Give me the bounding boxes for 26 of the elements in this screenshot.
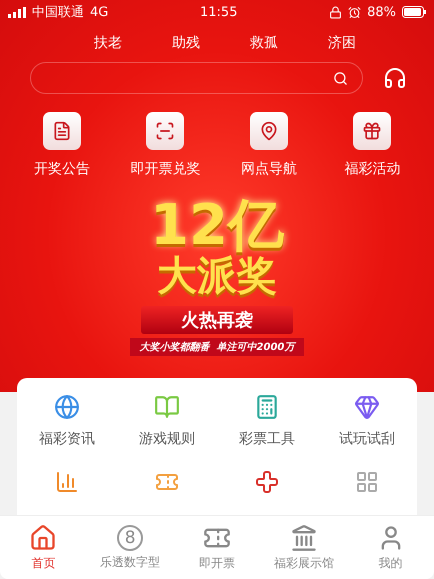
service-label[interactable]: 游戏规则 — [139, 430, 195, 448]
tab-bar-item[interactable]: 首页 — [0, 516, 87, 579]
number-circle-icon: 8 — [117, 524, 144, 550]
tab-bar-item[interactable]: 我的 — [347, 516, 434, 579]
clock-time: 11:55 — [200, 4, 238, 20]
quick-action-label[interactable]: 开奖公告 — [34, 160, 90, 178]
quick-action-label[interactable]: 福彩活动 — [344, 160, 400, 178]
category-link[interactable]: 助残 — [172, 34, 200, 52]
banner-headline: 12亿 — [150, 198, 284, 254]
tab-bar-item[interactable]: 福彩展示馆 — [260, 516, 348, 579]
category-link[interactable]: 救孤 — [250, 34, 278, 52]
quick-action-label[interactable]: 网点导航 — [240, 160, 297, 178]
carrier-name: 中国联通 — [32, 4, 84, 21]
banner-title: 大派奖 — [157, 254, 277, 298]
tab-bar-item[interactable]: 即开票 — [174, 516, 260, 579]
service-label[interactable]: 福彩资讯 — [39, 430, 95, 448]
network-type: 4G — [90, 4, 108, 20]
banner-ribbon: 火热再袭 — [141, 306, 293, 334]
quick-action-label[interactable]: 即开票兑奖 — [130, 160, 200, 178]
service-label[interactable]: 彩票工具 — [239, 430, 295, 448]
service-label[interactable]: 试玩试刮 — [339, 430, 395, 448]
battery-percent: 88% — [367, 4, 396, 20]
category-link[interactable]: 济困 — [328, 34, 356, 52]
tab-bar-item[interactable]: 8 乐透数字型 — [86, 516, 174, 579]
banner-subtitle: 大奖小奖都翻番 单注可中2000万 — [130, 338, 304, 356]
category-link[interactable]: 扶老 — [94, 34, 122, 52]
